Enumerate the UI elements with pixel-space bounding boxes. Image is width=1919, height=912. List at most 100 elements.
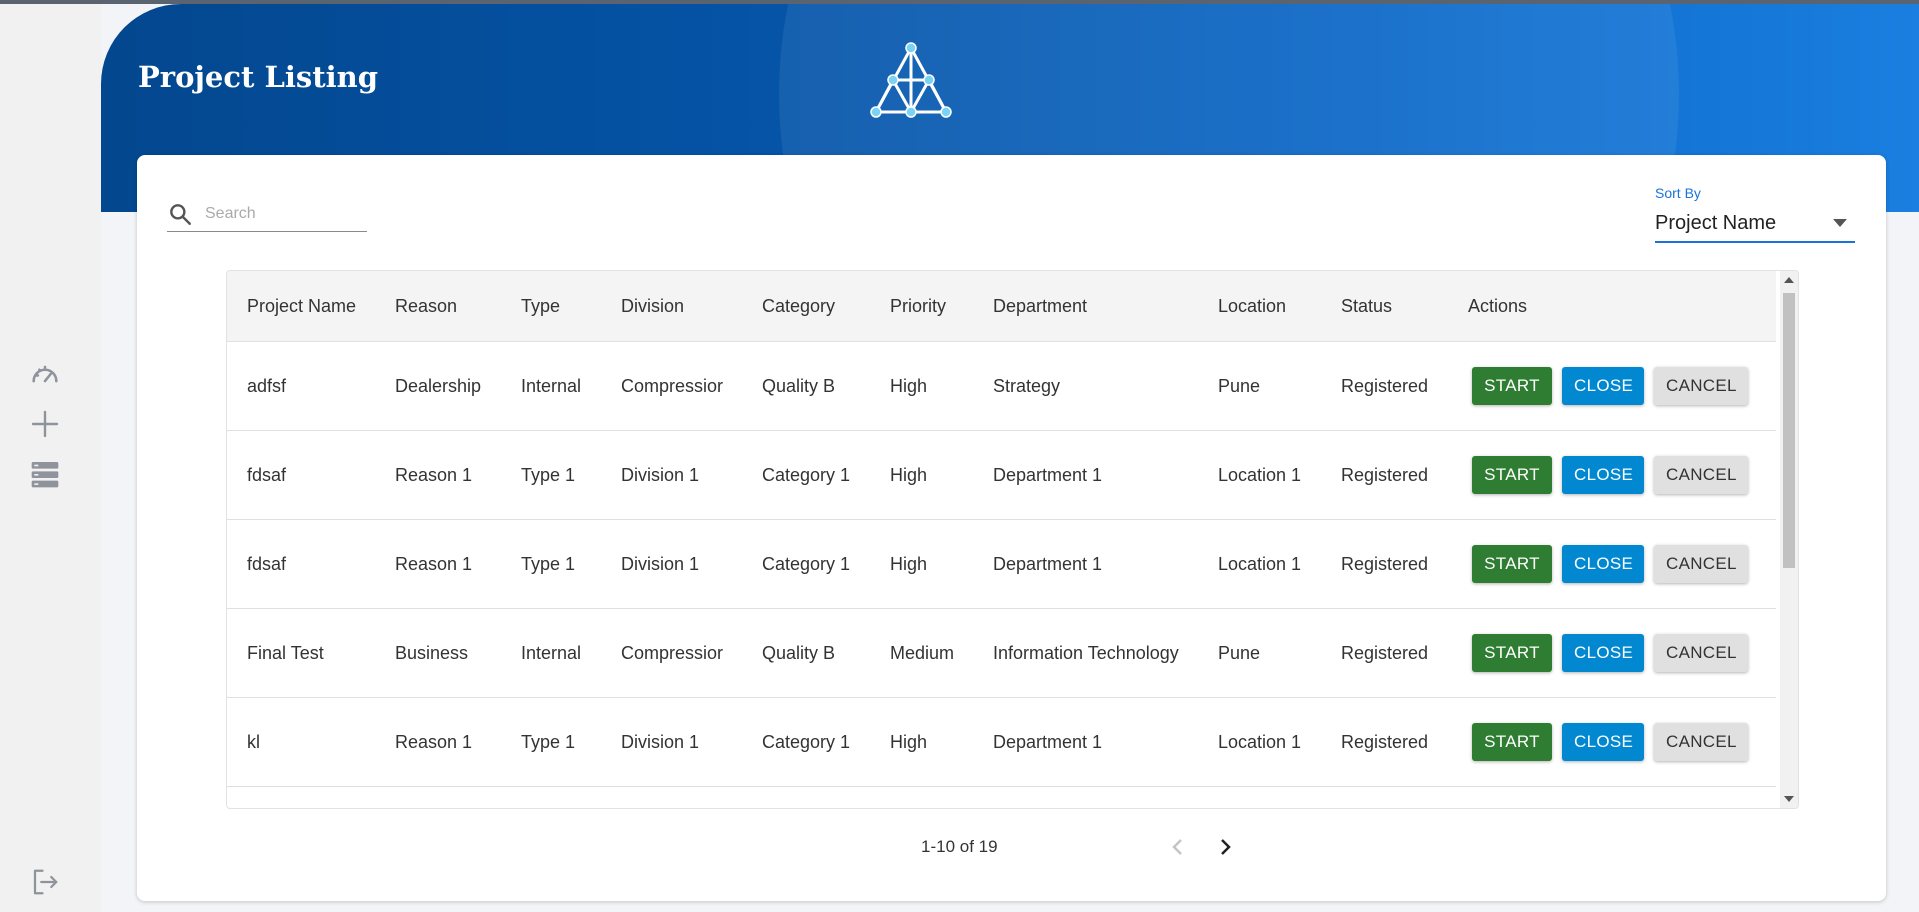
chevron-left-icon bbox=[1172, 839, 1182, 855]
column-header[interactable]: Reason bbox=[375, 271, 501, 342]
cell-department: Strategy bbox=[973, 341, 1198, 431]
column-header[interactable]: Project Name bbox=[227, 271, 375, 342]
column-header[interactable]: Priority bbox=[870, 271, 973, 342]
table-row: fdsaf Reason 1 Type 1 Division 1 Categor… bbox=[227, 519, 1776, 609]
cell-category: Quality B bbox=[742, 341, 870, 431]
cell-priority: High bbox=[870, 430, 973, 520]
pagination: 1-10 of 19 bbox=[137, 832, 1886, 862]
start-button[interactable]: START bbox=[1472, 367, 1552, 405]
cancel-button[interactable]: CANCEL bbox=[1654, 456, 1748, 494]
cell-location: Pune bbox=[1198, 341, 1321, 431]
cell-priority: High bbox=[870, 697, 973, 787]
cell-project-name: fdsaf bbox=[227, 519, 375, 609]
close-button[interactable]: CLOSE bbox=[1562, 634, 1644, 672]
cell-division: Division 1 bbox=[601, 697, 742, 787]
column-header[interactable]: Status bbox=[1321, 271, 1448, 342]
project-table: Project Name Reason Type Division Catego… bbox=[226, 270, 1799, 809]
page-title: Project Listing bbox=[138, 60, 379, 94]
close-button[interactable]: CLOSE bbox=[1562, 367, 1644, 405]
close-button[interactable]: CLOSE bbox=[1562, 723, 1644, 761]
close-button[interactable]: CLOSE bbox=[1562, 456, 1644, 494]
pagination-info: 1-10 of 19 bbox=[921, 837, 998, 856]
close-button[interactable]: CLOSE bbox=[1562, 545, 1644, 583]
table-row: kl Reason 1 Type 1 Division 1 Category 1… bbox=[227, 697, 1776, 787]
cancel-button[interactable]: CANCEL bbox=[1654, 545, 1748, 583]
column-header[interactable]: Department bbox=[973, 271, 1198, 342]
column-header: Actions bbox=[1448, 271, 1776, 342]
cell-reason: Reason 1 bbox=[375, 697, 501, 787]
search-icon bbox=[170, 204, 191, 225]
cell-division: Division 1 bbox=[601, 430, 742, 520]
table-row: Final Test Business Internal Compressior… bbox=[227, 608, 1776, 698]
cancel-button[interactable]: CANCEL bbox=[1654, 723, 1748, 761]
column-header[interactable]: Type bbox=[501, 271, 601, 342]
cell-division: Compressior bbox=[601, 341, 742, 431]
cell-status: Registered bbox=[1321, 608, 1448, 698]
cell-reason: Reason 1 bbox=[375, 430, 501, 520]
sort-by-value: Project Name bbox=[1655, 211, 1777, 234]
cancel-button[interactable]: CANCEL bbox=[1654, 634, 1748, 672]
sort-by-label: Sort By bbox=[1655, 185, 1701, 201]
cell-category: Category 1 bbox=[742, 519, 870, 609]
cell-status: Registered bbox=[1321, 697, 1448, 787]
cell-type: Type 1 bbox=[501, 697, 601, 787]
cell-status: Registered bbox=[1321, 519, 1448, 609]
cell-department: Department 1 bbox=[973, 697, 1198, 787]
cell-actions: START CLOSE CANCEL bbox=[1448, 341, 1776, 431]
add-icon[interactable] bbox=[25, 404, 65, 444]
cell-department: Department 1 bbox=[973, 430, 1198, 520]
column-header[interactable]: Division bbox=[601, 271, 742, 342]
table-header-row: Project Name Reason Type Division Catego… bbox=[227, 271, 1776, 342]
sidebar bbox=[0, 4, 101, 912]
cell-location: Pune bbox=[1198, 608, 1321, 698]
cancel-button[interactable]: CANCEL bbox=[1654, 367, 1748, 405]
cell-category: Category 1 bbox=[742, 697, 870, 787]
cell-status: Registered bbox=[1321, 430, 1448, 520]
sort-by-dropdown: Sort By Project Name bbox=[1655, 185, 1855, 243]
cell-category: Category 1 bbox=[742, 430, 870, 520]
search-box bbox=[167, 197, 367, 232]
list-icon[interactable] bbox=[25, 454, 65, 494]
cell-type: Internal bbox=[501, 341, 601, 431]
previous-page-button[interactable] bbox=[1162, 832, 1192, 862]
start-button[interactable]: START bbox=[1472, 545, 1552, 583]
cell-project-name: fdsaf bbox=[227, 430, 375, 520]
column-header[interactable]: Location bbox=[1198, 271, 1321, 342]
cell-project-name: kl bbox=[227, 697, 375, 787]
cell-reason: Dealership bbox=[375, 341, 501, 431]
logout-icon[interactable] bbox=[25, 862, 65, 902]
table-scrollbar[interactable] bbox=[1780, 271, 1798, 808]
column-header[interactable]: Category bbox=[742, 271, 870, 342]
cell-type: Type 1 bbox=[501, 519, 601, 609]
chevron-right-icon bbox=[1221, 839, 1231, 855]
cell-location: Location 1 bbox=[1198, 519, 1321, 609]
app-logo bbox=[866, 40, 956, 125]
cell-category: Quality B bbox=[742, 608, 870, 698]
table-row: fdsaf Reason 1 Type 1 Division 1 Categor… bbox=[227, 430, 1776, 520]
project-listing-card: Sort By Project Name Project Name Reason… bbox=[137, 155, 1886, 901]
cell-reason: Business bbox=[375, 608, 501, 698]
cell-priority: High bbox=[870, 341, 973, 431]
start-button[interactable]: START bbox=[1472, 634, 1552, 672]
cell-status: Registered bbox=[1321, 341, 1448, 431]
scroll-down-arrow-icon[interactable] bbox=[1780, 790, 1798, 808]
cell-priority: Medium bbox=[870, 608, 973, 698]
start-button[interactable]: START bbox=[1472, 723, 1552, 761]
cell-reason: Reason 1 bbox=[375, 519, 501, 609]
cell-type: Internal bbox=[501, 608, 601, 698]
next-page-button[interactable] bbox=[1211, 832, 1241, 862]
cell-department: Department 1 bbox=[973, 519, 1198, 609]
cell-actions: START CLOSE CANCEL bbox=[1448, 430, 1776, 520]
cell-location: Location 1 bbox=[1198, 697, 1321, 787]
cell-priority: High bbox=[870, 519, 973, 609]
caret-down-icon bbox=[1833, 219, 1847, 227]
scroll-up-arrow-icon[interactable] bbox=[1780, 271, 1798, 289]
cell-project-name: Final Test bbox=[227, 608, 375, 698]
search-input[interactable] bbox=[203, 204, 357, 224]
dashboard-icon[interactable] bbox=[25, 354, 65, 394]
start-button[interactable]: START bbox=[1472, 456, 1552, 494]
cell-actions: START CLOSE CANCEL bbox=[1448, 608, 1776, 698]
scrollbar-thumb[interactable] bbox=[1783, 293, 1795, 568]
sort-by-select[interactable]: Project Name bbox=[1655, 205, 1855, 243]
cell-division: Compressior bbox=[601, 608, 742, 698]
